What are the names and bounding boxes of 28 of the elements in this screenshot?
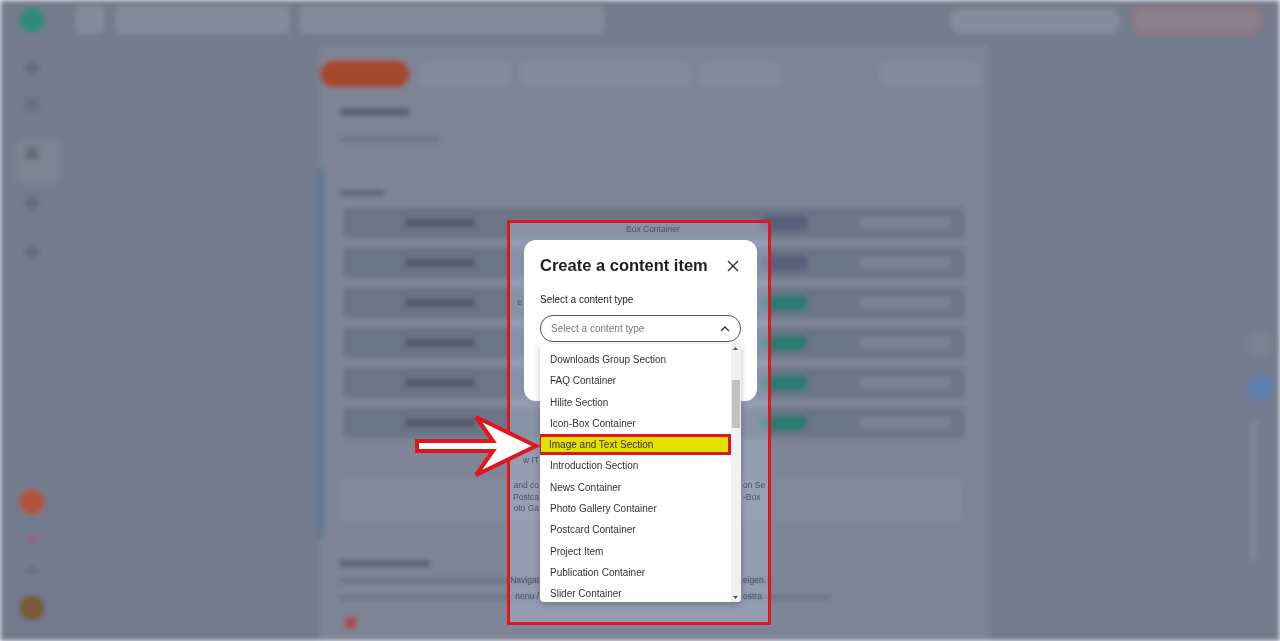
background-text: Navigat	[510, 575, 539, 586]
dropdown-option[interactable]: Introduction Section	[540, 455, 731, 477]
background-text: oto Ga	[513, 503, 539, 514]
dropdown-option[interactable]: Downloads Group Section	[540, 349, 731, 371]
dropdown-option[interactable]: Hilite Section	[540, 391, 731, 413]
chevron-icon	[720, 325, 730, 332]
background-text: and co	[513, 480, 539, 491]
scroll-up-icon[interactable]	[733, 347, 738, 350]
dropdown-option[interactable]: News Container	[540, 476, 731, 499]
background-text: ostra	[743, 591, 762, 602]
field-label: Select a content type	[540, 294, 635, 305]
dropdown-option[interactable]: Photo Gallery Container	[540, 498, 731, 520]
dropdown-option[interactable]: Slider Container	[540, 583, 731, 602]
scrollbar[interactable]	[731, 344, 741, 602]
scrollbar-thumb[interactable]	[732, 380, 740, 428]
close-icon[interactable]	[727, 259, 739, 272]
scroll-down-icon[interactable]	[733, 596, 738, 599]
dropdown-option[interactable]: Image and Text Section	[540, 434, 731, 456]
dropdown-option[interactable]: Postcard Container	[540, 519, 731, 541]
background-text: Box Container	[626, 224, 680, 235]
background-text: w IT	[522, 455, 539, 466]
select-field[interactable]: Select a content type	[540, 315, 741, 342]
background-text: on Se	[743, 480, 766, 491]
background-text: -Box	[743, 492, 761, 503]
dropdown-option[interactable]: Publication Container	[540, 561, 731, 584]
background-text: Postca	[513, 492, 539, 503]
dropdown-option[interactable]: Project Item	[540, 540, 731, 562]
dialog-title: Create a content item	[540, 256, 708, 275]
